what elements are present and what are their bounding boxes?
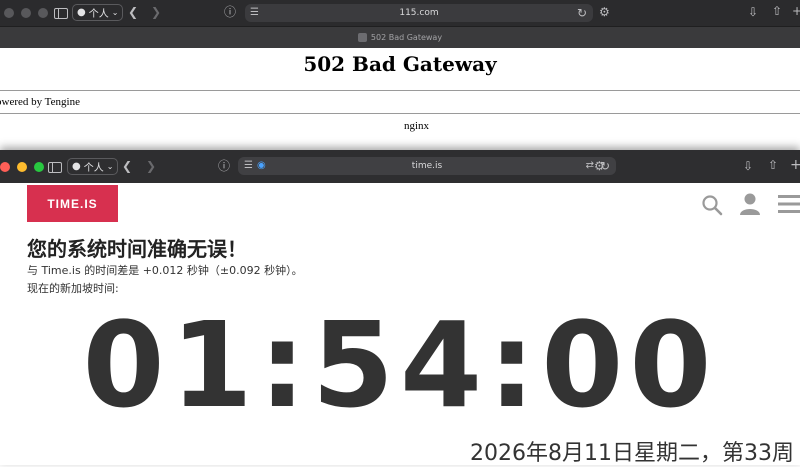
clock-display: 01:54:00 xyxy=(82,296,718,434)
settings-icon[interactable]: ⚙ xyxy=(599,6,610,18)
profile-button[interactable]: ● 个人 ⌄ xyxy=(67,158,119,175)
privacy-icon[interactable]: ◉ xyxy=(257,160,266,172)
powered-by-text: owered by Tengine xyxy=(0,96,80,108)
info-icon[interactable]: ⓘ xyxy=(224,6,236,18)
minimize-button[interactable] xyxy=(17,162,27,172)
error-heading: 502 Bad Gateway xyxy=(303,52,497,76)
search-icon[interactable] xyxy=(701,194,723,216)
active-tab[interactable]: 502 Bad Gateway xyxy=(0,27,800,48)
zoom-button[interactable] xyxy=(34,162,44,172)
address-bar[interactable]: ☰ 115.com ↻ xyxy=(245,4,593,22)
back-icon[interactable]: ❮ xyxy=(128,6,138,18)
traffic-lights xyxy=(0,162,44,172)
back-window-tabbar: 502 Bad Gateway xyxy=(0,26,800,48)
reader-icon[interactable]: ☰ xyxy=(250,7,259,19)
translate-icon[interactable]: ⇄ xyxy=(586,160,594,172)
share-icon[interactable]: ⇧ xyxy=(768,159,778,171)
minimize-button[interactable] xyxy=(21,8,31,18)
address-text: 115.com xyxy=(399,8,439,18)
server-text: nginx xyxy=(403,120,430,132)
divider xyxy=(0,90,800,91)
back-icon[interactable]: ❮ xyxy=(122,160,132,172)
settings-icon[interactable]: ⚙ xyxy=(594,160,605,172)
status-headline: 您的系统时间准确无误！ xyxy=(27,237,247,261)
address-text: time.is xyxy=(411,161,443,171)
profile-label: 个人 xyxy=(88,9,109,20)
profile-label: 个人 xyxy=(83,163,104,174)
close-button[interactable] xyxy=(4,8,14,18)
back-window-toolbar: ● 个人 ⌄ ❮ ❯ ⓘ ☰ 115.com ↻ ⚙ ⇩ ⇧ + xyxy=(0,0,800,26)
address-bar[interactable]: ☰ ◉ time.is ⇄ ↻ xyxy=(238,157,616,175)
person-icon: ● xyxy=(72,161,81,172)
chevron-down-icon: ⌄ xyxy=(106,162,114,171)
menu-icon[interactable] xyxy=(778,194,800,214)
tab-title: 502 Bad Gateway xyxy=(370,33,443,42)
close-button[interactable] xyxy=(0,162,10,172)
profile-button[interactable]: ● 个人 ⌄ xyxy=(72,4,124,21)
sidebar-icon[interactable] xyxy=(54,8,68,19)
user-icon[interactable] xyxy=(739,192,761,216)
time-offset-text: 与 Time.is 的时间差是 +0.012 秒钟（±0.092 秒钟）。 xyxy=(27,264,303,277)
sidebar-icon[interactable] xyxy=(48,162,62,173)
download-icon[interactable]: ⇩ xyxy=(743,160,753,172)
date-display: 2026年8月11日星期二，第33周 xyxy=(470,441,794,466)
reload-icon[interactable]: ↻ xyxy=(577,7,587,19)
forward-icon[interactable]: ❯ xyxy=(146,160,156,172)
favicon-icon xyxy=(357,33,367,42)
forward-icon[interactable]: ❯ xyxy=(151,6,161,18)
chevron-down-icon: ⌄ xyxy=(111,8,119,17)
divider xyxy=(0,113,800,114)
site-logo[interactable]: TIME.IS xyxy=(27,185,118,222)
download-icon[interactable]: ⇩ xyxy=(748,6,758,18)
new-tab-icon[interactable]: + xyxy=(790,158,800,172)
info-icon[interactable]: ⓘ xyxy=(218,160,230,172)
back-browser-window: ● 个人 ⌄ ❮ ❯ ⓘ ☰ 115.com ↻ ⚙ ⇩ ⇧ + 502 Bad… xyxy=(0,0,800,150)
location-label: 现在的新加坡时间: xyxy=(27,282,119,295)
share-icon[interactable]: ⇧ xyxy=(772,5,782,17)
reader-icon[interactable]: ☰ xyxy=(244,160,253,172)
front-window-toolbar: ● 个人 ⌄ ❮ ❯ ⓘ ☰ ◉ time.is ⇄ ↻ ⚙ ⇩ ⇧ + xyxy=(0,150,800,183)
traffic-lights-inactive xyxy=(4,8,48,18)
zoom-button[interactable] xyxy=(38,8,48,18)
new-tab-icon[interactable]: + xyxy=(792,5,800,17)
person-icon: ● xyxy=(77,7,86,18)
front-browser-window: ● 个人 ⌄ ❮ ❯ ⓘ ☰ ◉ time.is ⇄ ↻ ⚙ ⇩ ⇧ + TIM… xyxy=(0,150,800,466)
